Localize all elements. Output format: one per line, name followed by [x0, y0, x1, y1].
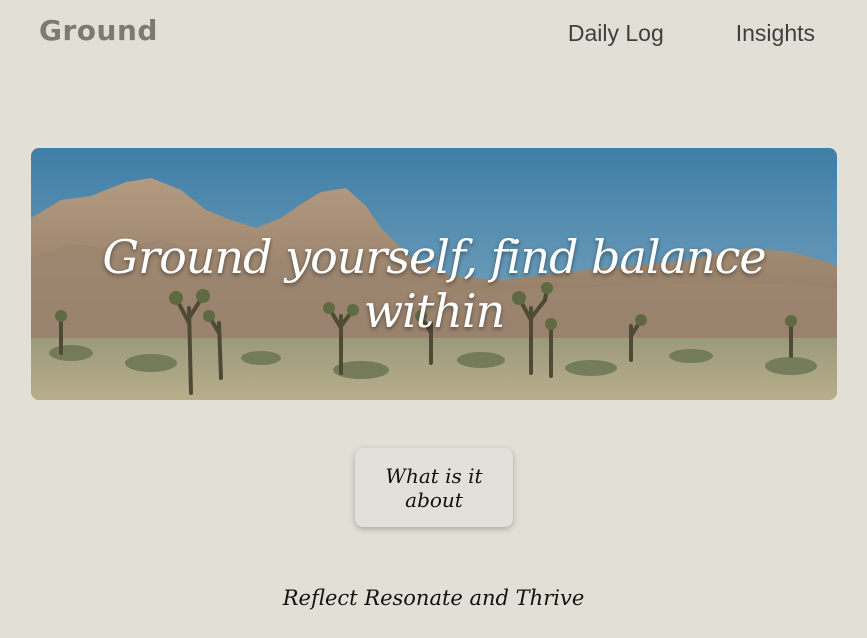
what-is-it-about-button[interactable]: What is it about	[355, 448, 513, 527]
nav-insights[interactable]: Insights	[736, 20, 815, 47]
logo[interactable]: Ground	[39, 14, 158, 47]
page: Ground Daily Log Insights Ground yoursel…	[0, 0, 867, 638]
nav-daily-log[interactable]: Daily Log	[568, 20, 664, 47]
hero-banner: Ground yourself, find balance within	[31, 148, 837, 400]
hero-title: Ground yourself, find balance within	[102, 230, 766, 338]
tagline: Reflect Resonate and Thrive	[282, 586, 585, 610]
main-nav: Daily Log Insights	[568, 20, 815, 47]
